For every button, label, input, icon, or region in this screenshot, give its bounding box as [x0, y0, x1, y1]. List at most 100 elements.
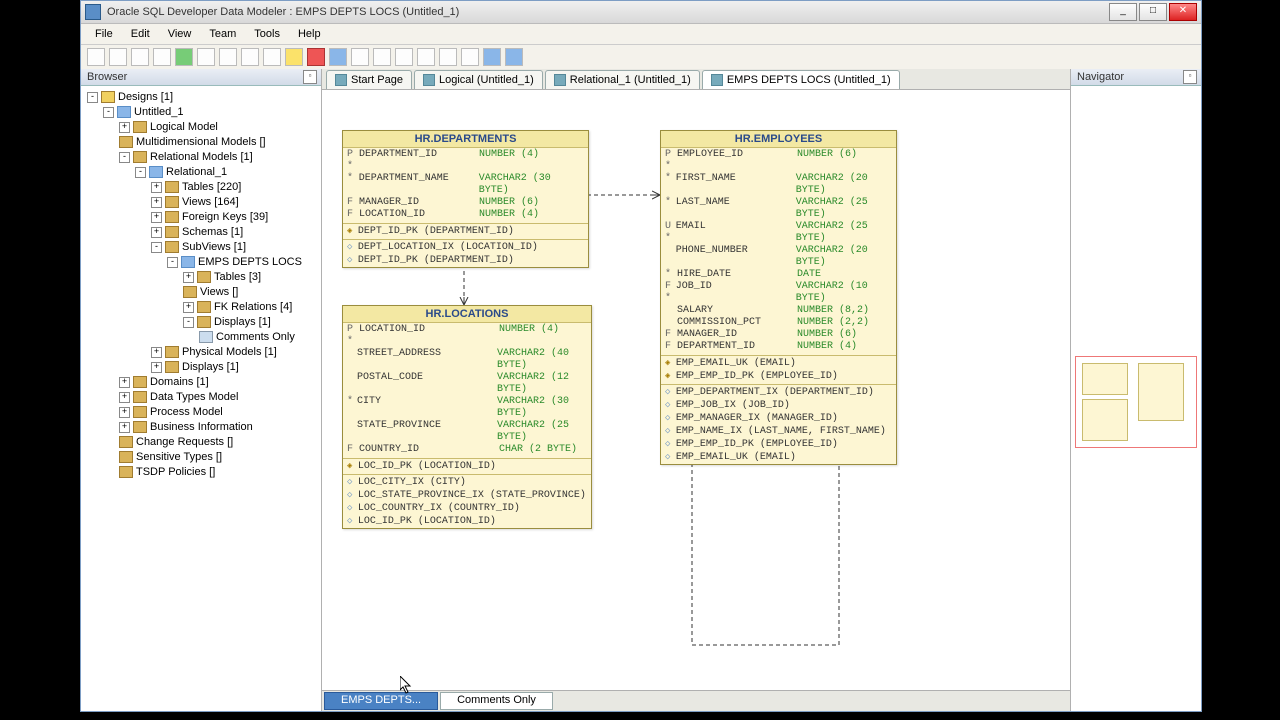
tree-displays2[interactable]: Displays [1]: [182, 361, 239, 373]
display-tab-comments[interactable]: Comments Only: [440, 692, 553, 710]
column-row: POSTAL_CODEVARCHAR2 (12 BYTE): [343, 372, 591, 396]
menubar: File Edit View Team Tools Help: [81, 24, 1201, 45]
index-row: EMP_MANAGER_IX (MANAGER_ID): [661, 412, 896, 425]
menu-help[interactable]: Help: [290, 26, 329, 42]
minimize-button[interactable]: _: [1109, 3, 1137, 21]
menu-team[interactable]: Team: [201, 26, 244, 42]
entity-departments[interactable]: HR.DEPARTMENTS P *DEPARTMENT_IDNUMBER (4…: [342, 130, 589, 268]
nav-pin-icon[interactable]: ▫: [1183, 70, 1197, 84]
tool-pointer-icon[interactable]: [87, 48, 105, 66]
tab-subview[interactable]: EMPS DEPTS LOCS (Untitled_1): [702, 70, 900, 89]
index-row: EMP_EMAIL_UK (EMAIL): [661, 451, 896, 464]
diagram-canvas[interactable]: HR.DEPARTMENTS P *DEPARTMENT_IDNUMBER (4…: [322, 90, 1070, 690]
tree-datatypes[interactable]: Data Types Model: [150, 391, 238, 403]
column-row: PHONE_NUMBERVARCHAR2 (20 BYTE): [661, 245, 896, 269]
navigator-panel: Navigator ▫: [1070, 69, 1201, 711]
tab-relational[interactable]: Relational_1 (Untitled_1): [545, 70, 700, 89]
navigator-title: Navigator: [1077, 71, 1124, 83]
pin-icon[interactable]: ▫: [303, 70, 317, 84]
tree-schemas[interactable]: Schemas [1]: [182, 226, 243, 238]
maximize-button[interactable]: □: [1139, 3, 1167, 21]
tool-compare-icon[interactable]: [461, 48, 479, 66]
tree-tsdp[interactable]: TSDP Policies []: [136, 466, 215, 478]
browser-panel: Browser ▫ -Designs [1] -Untitled_1 +Logi…: [81, 69, 322, 711]
entity-departments-pk: DEPT_ID_PK (DEPARTMENT_ID): [343, 225, 588, 238]
tree-business[interactable]: Business Information: [150, 421, 253, 433]
column-row: SALARYNUMBER (8,2): [661, 305, 896, 317]
entity-locations-title: HR.LOCATIONS: [343, 306, 591, 323]
index-row: DEPT_ID_PK (DEPARTMENT_ID): [343, 254, 588, 267]
tool-zoom-out-icon[interactable]: [373, 48, 391, 66]
entity-locations[interactable]: HR.LOCATIONS P *LOCATION_IDNUMBER (4)STR…: [342, 305, 592, 529]
tree-process[interactable]: Process Model: [150, 406, 223, 418]
column-row: COMMISSION_PCTNUMBER (2,2): [661, 317, 896, 329]
app-window: Oracle SQL Developer Data Modeler : EMPS…: [80, 0, 1202, 712]
index-row: DEPT_LOCATION_IX (LOCATION_ID): [343, 241, 588, 254]
tab-logical[interactable]: Logical (Untitled_1): [414, 70, 543, 89]
tree-sensitive[interactable]: Sensitive Types []: [136, 451, 222, 463]
tool-entity-icon[interactable]: [219, 48, 237, 66]
tree-tables[interactable]: Tables [220]: [182, 181, 241, 193]
tool-back-icon[interactable]: [483, 48, 501, 66]
tool-merge-icon[interactable]: [439, 48, 457, 66]
tree-relmodels[interactable]: Relational Models [1]: [150, 151, 253, 163]
tree-physical[interactable]: Physical Models [1]: [182, 346, 277, 358]
tool-view-icon[interactable]: [241, 48, 259, 66]
display-tab-emps[interactable]: EMPS DEPTS...: [324, 692, 438, 710]
tool-redo-icon[interactable]: [197, 48, 215, 66]
tree-comments[interactable]: Comments Only: [216, 331, 295, 343]
tree-fkrel[interactable]: FK Relations [4]: [214, 301, 292, 313]
column-row: U *EMAILVARCHAR2 (25 BYTE): [661, 221, 896, 245]
tree-designs[interactable]: Designs [1]: [118, 91, 173, 103]
tree-logical[interactable]: Logical Model: [150, 121, 218, 133]
close-button[interactable]: ✕: [1169, 3, 1197, 21]
tree-domains[interactable]: Domains [1]: [150, 376, 209, 388]
tree-emps[interactable]: EMPS DEPTS LOCS: [198, 256, 302, 268]
navigator-thumbnail[interactable]: [1075, 356, 1197, 448]
browser-tree[interactable]: -Designs [1] -Untitled_1 +Logical Model …: [81, 86, 321, 711]
tree-rel1[interactable]: Relational_1: [166, 166, 227, 178]
tree-subviewsn[interactable]: Views []: [200, 286, 238, 298]
tree-changes[interactable]: Change Requests []: [136, 436, 233, 448]
tool-nav-left-icon[interactable]: [329, 48, 347, 66]
index-row: EMP_DEPARTMENT_IX (DEPARTMENT_ID): [661, 386, 896, 399]
column-row: *HIRE_DATEDATE: [661, 269, 896, 281]
index-row: EMP_NAME_IX (LAST_NAME, FIRST_NAME): [661, 425, 896, 438]
entity-employees[interactable]: HR.EMPLOYEES P *EMPLOYEE_IDNUMBER (6) *F…: [660, 130, 897, 465]
tool-save-icon[interactable]: [131, 48, 149, 66]
menu-edit[interactable]: Edit: [123, 26, 158, 42]
column-row: *FIRST_NAMEVARCHAR2 (20 BYTE): [661, 173, 896, 197]
column-row: F *JOB_IDVARCHAR2 (10 BYTE): [661, 281, 896, 305]
entity-locations-pk: LOC_ID_PK (LOCATION_ID): [343, 460, 591, 473]
titlebar[interactable]: Oracle SQL Developer Data Modeler : EMPS…: [81, 1, 1201, 24]
tree-subtables[interactable]: Tables [3]: [214, 271, 261, 283]
tree-untitled[interactable]: Untitled_1: [134, 106, 184, 118]
tree-views[interactable]: Views [164]: [182, 196, 239, 208]
tool-relation-icon[interactable]: [263, 48, 281, 66]
entity-departments-title: HR.DEPARTMENTS: [343, 131, 588, 148]
tool-run-icon[interactable]: [175, 48, 193, 66]
tool-zoom-in-icon[interactable]: [351, 48, 369, 66]
column-row: P *EMPLOYEE_IDNUMBER (6): [661, 149, 896, 173]
tree-subviews[interactable]: SubViews [1]: [182, 241, 246, 253]
relational-icon: [554, 74, 566, 86]
menu-file[interactable]: File: [87, 26, 121, 42]
index-row: LOC_COUNTRY_IX (COUNTRY_ID): [343, 502, 591, 515]
index-row: LOC_STATE_PROVINCE_IX (STATE_PROVINCE): [343, 489, 591, 502]
tool-note-icon[interactable]: [285, 48, 303, 66]
tool-delete-icon[interactable]: [307, 48, 325, 66]
tool-forward-icon[interactable]: [505, 48, 523, 66]
browser-title: Browser: [87, 71, 127, 83]
tree-displays[interactable]: Displays [1]: [214, 316, 271, 328]
toolbar: [81, 45, 1201, 70]
tab-start[interactable]: Start Page: [326, 70, 412, 89]
tree-fkeys[interactable]: Foreign Keys [39]: [182, 211, 268, 223]
menu-tools[interactable]: Tools: [246, 26, 288, 42]
tool-import-icon[interactable]: [153, 48, 171, 66]
menu-view[interactable]: View: [160, 26, 200, 42]
tree-multi[interactable]: Multidimensional Models []: [136, 136, 266, 148]
tool-layout-icon[interactable]: [417, 48, 435, 66]
tool-fit-icon[interactable]: [395, 48, 413, 66]
column-row: *LAST_NAMEVARCHAR2 (25 BYTE): [661, 197, 896, 221]
tool-grid-icon[interactable]: [109, 48, 127, 66]
